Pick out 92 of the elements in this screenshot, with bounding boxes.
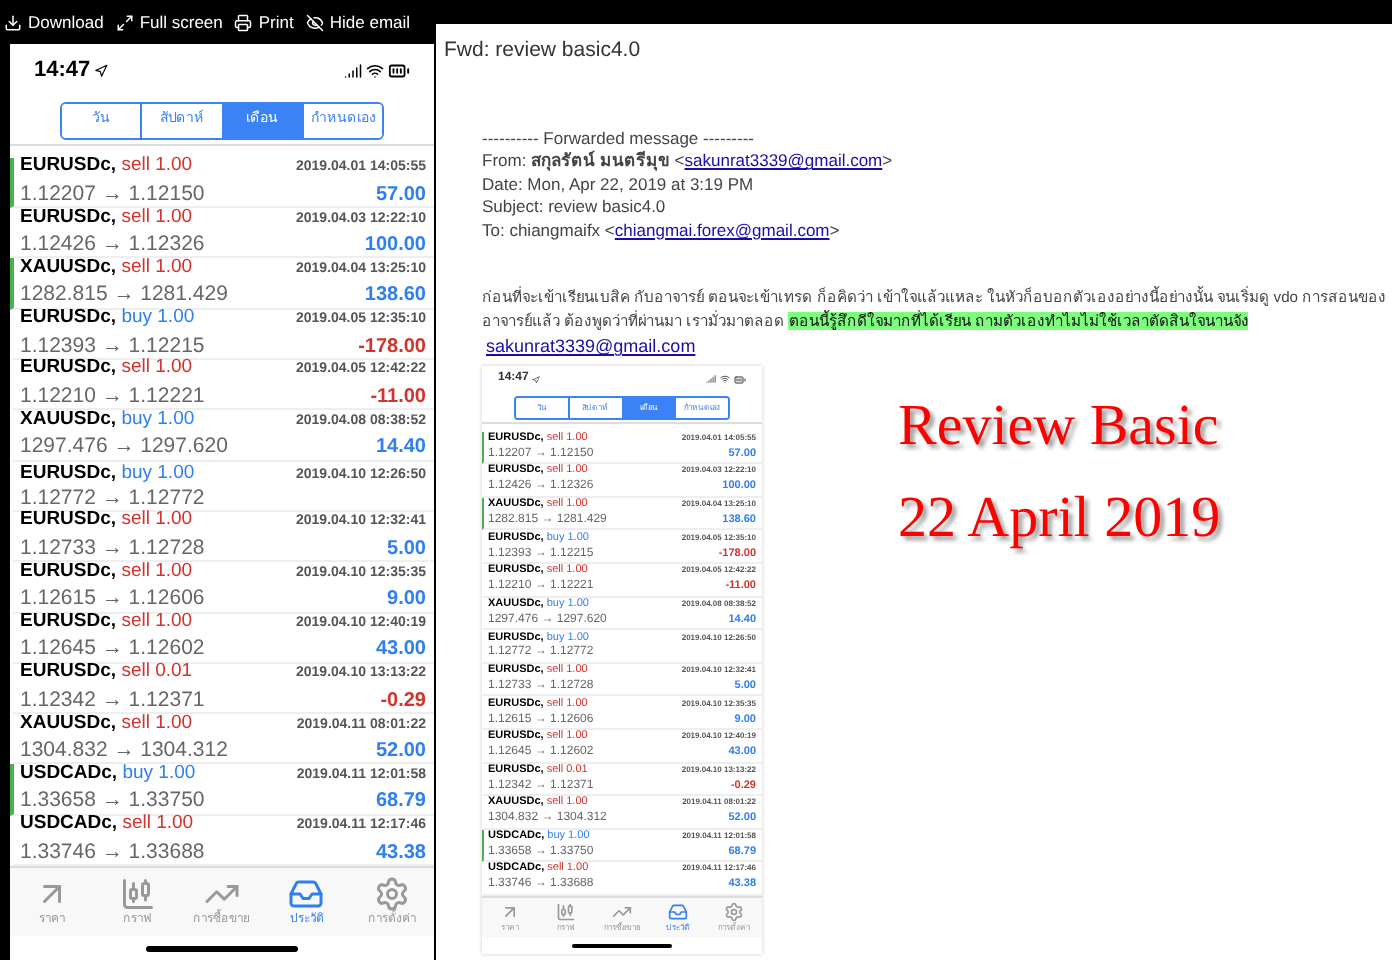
trade-symbol: XAUUSDc, xyxy=(20,711,117,734)
review-title: Review Basic xyxy=(898,393,1221,458)
trade-symbol: USDCADc, xyxy=(20,761,118,784)
inbox-icon xyxy=(668,901,688,922)
trade-symbol: EURUSDc, xyxy=(20,461,117,484)
trade-symbol: USDCADc, xyxy=(20,812,118,835)
trade-order: sell 0.01 xyxy=(121,660,193,683)
trade-prices: 1.12645 → 1.12602 xyxy=(20,636,205,661)
wifi-icon xyxy=(366,62,384,81)
header-line: Subject: review basic4.0 xyxy=(482,196,668,220)
trade-profit: -0.29 xyxy=(380,687,426,716)
trade-order: buy 1.00 xyxy=(121,407,195,430)
trade-profit: 43.00 xyxy=(375,636,426,665)
trade-profit: 14.40 xyxy=(375,434,426,463)
trade-profit: 68.79 xyxy=(375,788,426,817)
home-indicator xyxy=(572,943,672,948)
trade-prices: 1297.476 → 1297.620 xyxy=(20,434,228,459)
toolbar-button[interactable]: Print xyxy=(234,9,294,35)
email-subject: Fwd: review basic4.0 xyxy=(442,36,643,66)
trade-prices: 1.12772 → 1.12772 xyxy=(20,486,205,511)
email-link[interactable]: chiangmai.forex@gmail.com xyxy=(614,219,830,240)
toolbar-button[interactable]: Hide email xyxy=(305,9,411,35)
trade-order: sell 1.00 xyxy=(121,356,193,379)
trade-prices: 1.12393 → 1.12215 xyxy=(20,333,205,358)
trade-symbol: EURUSDc, xyxy=(20,508,117,531)
gear-icon xyxy=(373,875,410,912)
review-title: 22 April 2019 xyxy=(898,485,1221,550)
location-icon xyxy=(532,375,541,384)
trade-profit: 57.00 xyxy=(375,181,426,210)
trade-profit: 9.00 xyxy=(387,586,426,615)
trade-symbol: EURUSDc, xyxy=(20,559,117,582)
trade-prices: 1.12733 → 1.12728 xyxy=(20,535,205,560)
trade-order: sell 1.00 xyxy=(121,255,193,278)
header-line: From: สกุลรัตน์ มนตรีมุข <sakunrat3339@gmail.com> xyxy=(482,150,895,174)
trade-order: sell 1.00 xyxy=(122,812,194,835)
trade-prices: 1282.815 → 1281.429 xyxy=(20,282,228,307)
toolbar-button[interactable]: Full screen xyxy=(115,9,223,35)
trade-symbol: EURUSDc, xyxy=(20,660,117,683)
trade-prices: 1.12207 → 1.12150 xyxy=(20,181,205,206)
arrow-icon xyxy=(500,901,520,922)
expand-icon xyxy=(115,13,134,31)
trade-profit: 5.00 xyxy=(387,535,426,564)
email-link[interactable]: sakunrat3339@gmail.com xyxy=(684,150,883,171)
trade-profit: 138.60 xyxy=(364,282,426,311)
trade-prices: 1.12615 → 1.12606 xyxy=(20,586,205,611)
trade-prices: 1.33658 → 1.33750 xyxy=(20,788,205,813)
candlestick-icon xyxy=(556,901,576,922)
gear-icon xyxy=(724,901,744,922)
trade-order: sell 1.00 xyxy=(121,154,193,177)
trade-order: sell 1.00 xyxy=(121,205,193,228)
trade-profit: 100.00 xyxy=(364,232,426,261)
trade-symbol: EURUSDc, xyxy=(20,154,117,177)
trade-symbol: EURUSDc, xyxy=(20,356,117,379)
trade-symbol: EURUSDc, xyxy=(20,609,117,632)
printer-icon xyxy=(234,13,253,31)
location-icon xyxy=(94,64,109,79)
signature-link[interactable]: sakunrat3339@gmail.com xyxy=(486,334,696,362)
header-line: To: chiangmaifx <chiangmai.forex@gmail.com> xyxy=(482,219,842,243)
download-icon xyxy=(4,13,22,31)
trade-order: buy 1.00 xyxy=(122,761,196,784)
trend-icon xyxy=(612,901,632,922)
header-line: ---------- Forwarded message --------- xyxy=(482,127,756,150)
candlestick-icon xyxy=(119,875,156,912)
trade-symbol: EURUSDc, xyxy=(20,205,117,228)
trade-profit: -11.00 xyxy=(370,383,426,412)
trade-prices: 1.33746 → 1.33688 xyxy=(20,839,205,864)
toolbar-button[interactable]: Download xyxy=(4,9,104,35)
trade-prices: 1.12342 → 1.12371 xyxy=(20,687,205,712)
trade-profit: 43.38 xyxy=(375,839,426,868)
trade-prices: 1304.832 → 1304.312 xyxy=(20,738,228,763)
trade-prices: 1.12210 → 1.12221 xyxy=(20,383,205,408)
wifi-icon xyxy=(720,374,730,385)
signal-icon xyxy=(706,374,716,385)
header-line: Date: Mon, Apr 22, 2019 at 3:19 PM xyxy=(482,173,756,197)
trade-prices: 1.12426 → 1.12326 xyxy=(20,232,205,257)
trade-order: sell 1.00 xyxy=(121,508,193,531)
trade-symbol: EURUSDc, xyxy=(20,306,117,329)
trade-order: buy 1.00 xyxy=(121,461,195,484)
inbox-icon xyxy=(288,875,325,912)
clock-time: 14:47 xyxy=(34,56,91,87)
trade-order: sell 1.00 xyxy=(121,559,193,582)
trade-profit: 52.00 xyxy=(375,738,426,767)
trade-symbol: XAUUSDc, xyxy=(20,255,117,278)
battery-icon xyxy=(734,373,746,386)
trade-order: sell 1.00 xyxy=(121,609,193,632)
eye-off-icon xyxy=(305,13,324,31)
trade-order: sell 1.00 xyxy=(121,711,193,734)
trade-profit: -178.00 xyxy=(358,333,426,362)
trade-order: buy 1.00 xyxy=(121,306,195,329)
battery-icon xyxy=(388,60,410,83)
trade-symbol: XAUUSDc, xyxy=(20,407,117,430)
signal-icon xyxy=(344,62,362,81)
